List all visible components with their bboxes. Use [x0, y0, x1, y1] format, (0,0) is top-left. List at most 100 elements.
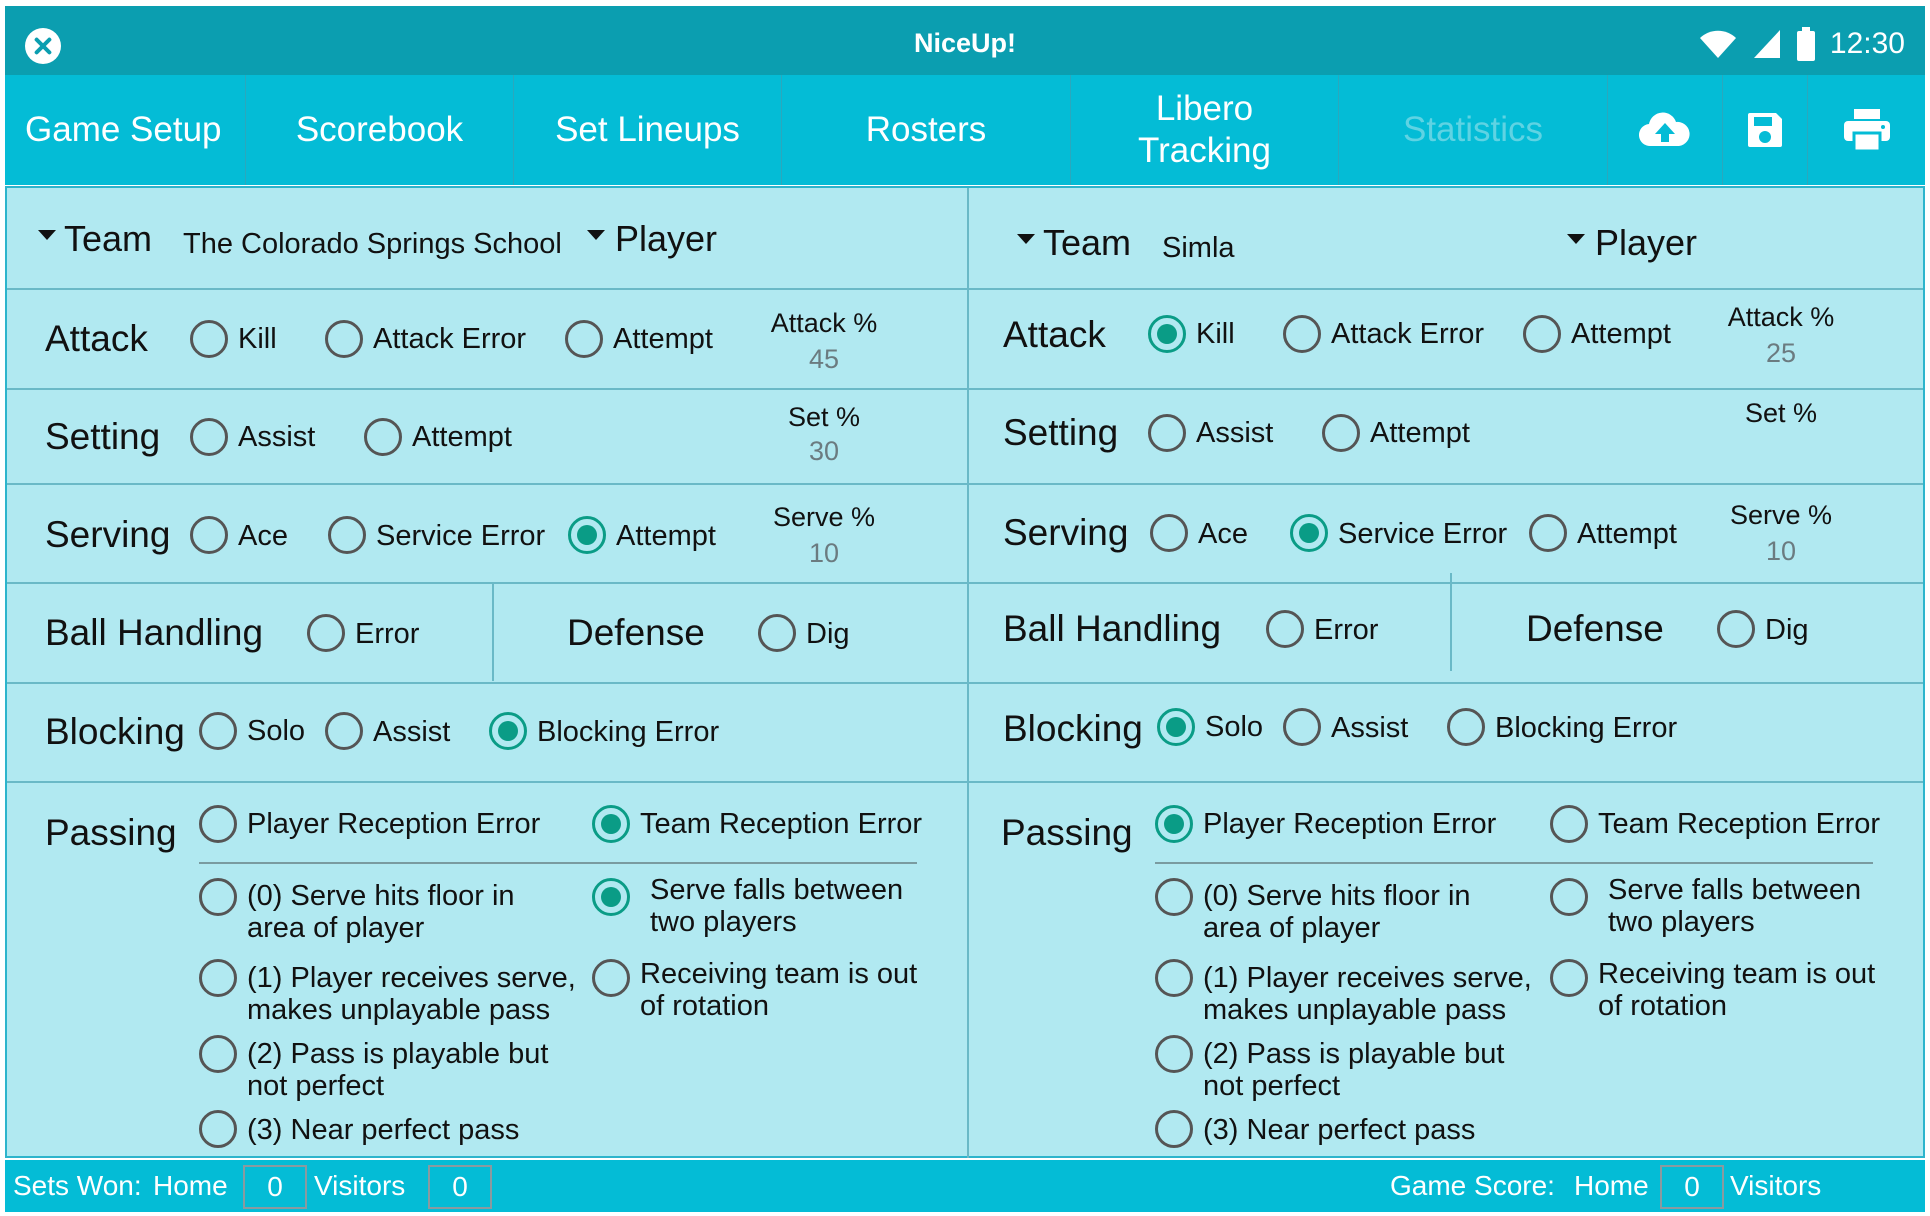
tab-libero-tracking[interactable]: Libero Tracking — [1071, 75, 1339, 185]
home-team-reception-error-radio[interactable] — [592, 805, 630, 843]
main-nav: Game Setup Scorebook Set Lineups Rosters… — [5, 75, 1925, 185]
home-blocking-solo-radio[interactable] — [199, 712, 237, 750]
system-tray: 12:30 — [1698, 24, 1905, 64]
player-dropdown-caret-icon[interactable] — [1567, 234, 1585, 244]
team-label: Team — [64, 218, 153, 259]
visitor-serve-between-radio[interactable] — [1550, 878, 1588, 916]
tab-scorebook[interactable]: Scorebook — [246, 75, 514, 185]
visitor-ball-handling-error-radio[interactable] — [1266, 610, 1304, 648]
tab-rosters[interactable]: Rosters — [782, 75, 1071, 185]
visitor-blocking-assist-radio[interactable] — [1283, 708, 1321, 746]
visitor-team-select[interactable]: Simla — [1162, 232, 1235, 265]
option-label: Team Reception Error — [640, 808, 923, 840]
option-label: Assist — [1331, 712, 1409, 744]
home-serve-pct: 10 — [808, 538, 840, 568]
option-label: Service Error — [1338, 518, 1508, 550]
home-player-select[interactable]: Player — [615, 218, 717, 260]
tab-statistics[interactable]: Statistics — [1339, 75, 1608, 185]
option-label: Team Reception Error — [1598, 808, 1881, 840]
setting-label: Setting — [1003, 412, 1119, 453]
visitor-team-reception-error-radio[interactable] — [1550, 805, 1588, 843]
home-game-score: 0 — [1660, 1165, 1724, 1209]
home-team-select[interactable]: The Colorado Springs School — [183, 228, 562, 261]
option-label: (1) Player receives serve, makes unplaya… — [247, 962, 576, 1026]
option-label: Attempt — [1571, 318, 1671, 350]
home-defense-dig-radio[interactable] — [758, 614, 796, 652]
home-blocking-assist-radio[interactable] — [325, 712, 363, 750]
visitor-serving-ace-radio[interactable] — [1150, 514, 1188, 552]
home-pass-0-radio[interactable] — [199, 878, 237, 916]
visitor-pass-3-radio[interactable] — [1155, 1110, 1193, 1148]
home-service-error-radio[interactable] — [328, 516, 366, 554]
visitor-blocking-solo-radio[interactable] — [1157, 708, 1195, 746]
upload-button[interactable] — [1608, 75, 1723, 185]
visitor-serving-attempt-radio[interactable] — [1529, 514, 1567, 552]
print-icon — [1843, 109, 1890, 153]
ball-handling-label: Ball Handling — [1003, 608, 1222, 649]
home-serve-between-radio[interactable] — [592, 878, 630, 916]
home-player-reception-error-radio[interactable] — [199, 805, 237, 843]
option-label: (3) Near perfect pass — [247, 1114, 520, 1146]
visitors-label: Visitors — [314, 1170, 406, 1201]
serving-label: Serving — [1003, 512, 1129, 553]
home-pass-3-radio[interactable] — [199, 1110, 237, 1148]
visitor-defense-dig-radio[interactable] — [1717, 610, 1755, 648]
home-pass-1-radio[interactable] — [199, 959, 237, 997]
home-setting-attempt-radio[interactable] — [364, 418, 402, 456]
cloud-upload-icon — [1639, 112, 1690, 147]
option-label: Receiving team is out of rotation — [640, 958, 918, 1022]
visitor-player-select[interactable]: Player — [1595, 222, 1697, 264]
home-set-pct: 30 — [808, 436, 840, 466]
home-attack-kill-radio[interactable] — [190, 320, 228, 358]
home-setting-assist-radio[interactable] — [190, 418, 228, 456]
home-attack-error-radio[interactable] — [325, 320, 363, 358]
team-dropdown-caret-icon[interactable] — [38, 230, 56, 240]
passing-label: Passing — [45, 812, 177, 853]
visitor-pass-1-radio[interactable] — [1155, 959, 1193, 997]
tab-label: Game Setup — [25, 110, 222, 149]
visitor-attack-error-radio[interactable] — [1283, 315, 1321, 353]
player-dropdown-caret-icon[interactable] — [587, 230, 605, 240]
tab-game-setup[interactable]: Game Setup — [5, 75, 246, 185]
option-label: Attempt — [613, 323, 713, 355]
visitor-setting-attempt-radio[interactable] — [1322, 414, 1360, 452]
save-button[interactable] — [1723, 75, 1808, 185]
home-attack-pct: 45 — [808, 344, 840, 374]
ball-handling-label: Ball Handling — [45, 612, 264, 653]
visitor-attack-attempt-radio[interactable] — [1523, 315, 1561, 353]
option-label: Attack Error — [1331, 318, 1485, 350]
home-attack-attempt-radio[interactable] — [565, 320, 603, 358]
home-serving-ace-radio[interactable] — [190, 516, 228, 554]
team-dropdown-caret-icon[interactable] — [1017, 234, 1035, 244]
option-label: Dig — [806, 618, 850, 650]
home-sets-won: 0 — [243, 1165, 307, 1209]
tab-set-lineups[interactable]: Set Lineups — [514, 75, 782, 185]
option-label: Assist — [238, 421, 316, 453]
home-ball-handling-error-radio[interactable] — [307, 614, 345, 652]
visitor-attack-kill-radio[interactable] — [1148, 315, 1186, 353]
visitor-pass-2-radio[interactable] — [1155, 1035, 1193, 1073]
option-label: Ace — [1198, 518, 1248, 550]
blocking-label: Blocking — [1003, 708, 1143, 749]
option-label: Attempt — [1577, 518, 1677, 550]
option-label: Receiving team is out of rotation — [1598, 958, 1876, 1022]
home-blocking-error-radio[interactable] — [489, 712, 527, 750]
score-footer: Sets Won: Home 0 Visitors 0 Game Score: … — [5, 1160, 1925, 1212]
visitor-out-of-rotation-radio[interactable] — [1550, 959, 1588, 997]
print-button[interactable] — [1808, 75, 1925, 185]
visitor-service-error-radio[interactable] — [1290, 514, 1328, 552]
option-label: Assist — [373, 716, 451, 748]
home-pass-2-radio[interactable] — [199, 1035, 237, 1073]
option-label: Attempt — [616, 520, 716, 552]
save-icon — [1748, 113, 1782, 147]
option-label: Attack Error — [373, 323, 527, 355]
visitor-blocking-error-radio[interactable] — [1447, 708, 1485, 746]
home-serving-attempt-radio[interactable] — [568, 516, 606, 554]
visitor-pass-0-radio[interactable] — [1155, 878, 1193, 916]
visitor-player-reception-error-radio[interactable] — [1155, 805, 1193, 843]
home-out-of-rotation-radio[interactable] — [592, 959, 630, 997]
visitor-setting-assist-radio[interactable] — [1148, 414, 1186, 452]
tab-label: Scorebook — [295, 110, 464, 149]
visitor-attack-pct: 25 — [1765, 338, 1797, 368]
option-label: Blocking Error — [1495, 712, 1678, 744]
